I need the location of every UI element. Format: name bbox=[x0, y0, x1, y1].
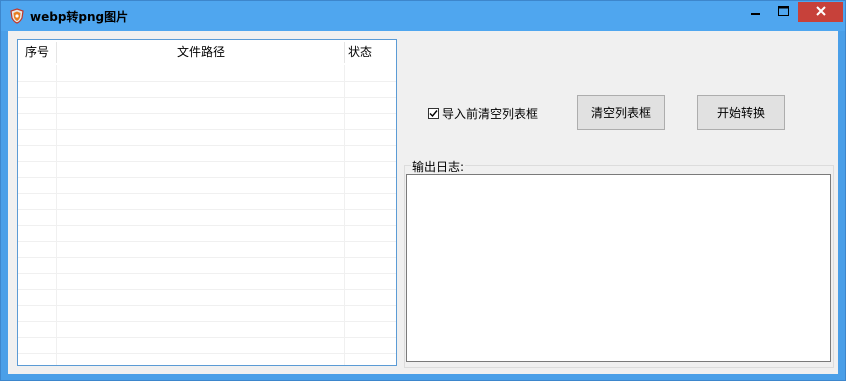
shield-app-icon bbox=[9, 8, 25, 24]
window-title: webp转png图片 bbox=[30, 10, 129, 24]
clear-before-import-checkbox[interactable] bbox=[428, 108, 439, 119]
clear-before-import-label: 导入前清空列表框 bbox=[442, 107, 539, 121]
column-header-status[interactable]: 状态 bbox=[348, 40, 388, 65]
checkmark-icon bbox=[429, 110, 438, 118]
clear-before-import-option[interactable]: 导入前清空列表框 bbox=[428, 105, 538, 122]
start-convert-button[interactable]: 开始转换 bbox=[697, 95, 785, 130]
app-window: webp转png图片 序号 文件路径 状态 导入前清空列表框 清空列表框 开始转… bbox=[0, 0, 846, 381]
list-gridlines bbox=[18, 65, 396, 365]
title-bar[interactable]: webp转png图片 bbox=[1, 1, 845, 31]
clear-list-button[interactable]: 清空列表框 bbox=[577, 95, 665, 130]
column-header-index[interactable]: 序号 bbox=[25, 40, 49, 65]
file-list-header: 序号 文件路径 状态 bbox=[18, 40, 396, 65]
minimize-button[interactable] bbox=[743, 2, 769, 22]
maximize-button[interactable] bbox=[770, 2, 797, 22]
output-log-textarea[interactable] bbox=[406, 174, 831, 362]
header-divider bbox=[344, 42, 345, 63]
close-icon bbox=[815, 5, 826, 19]
maximize-icon bbox=[778, 5, 789, 19]
header-divider bbox=[56, 42, 57, 63]
client-area: 序号 文件路径 状态 导入前清空列表框 清空列表框 开始转换 输出日志: bbox=[8, 31, 838, 374]
output-log-label: 输出日志: bbox=[411, 158, 466, 175]
minimize-icon bbox=[751, 5, 761, 19]
close-button[interactable] bbox=[798, 2, 843, 22]
column-header-path[interactable]: 文件路径 bbox=[58, 40, 344, 65]
file-list[interactable]: 序号 文件路径 状态 bbox=[17, 39, 397, 366]
